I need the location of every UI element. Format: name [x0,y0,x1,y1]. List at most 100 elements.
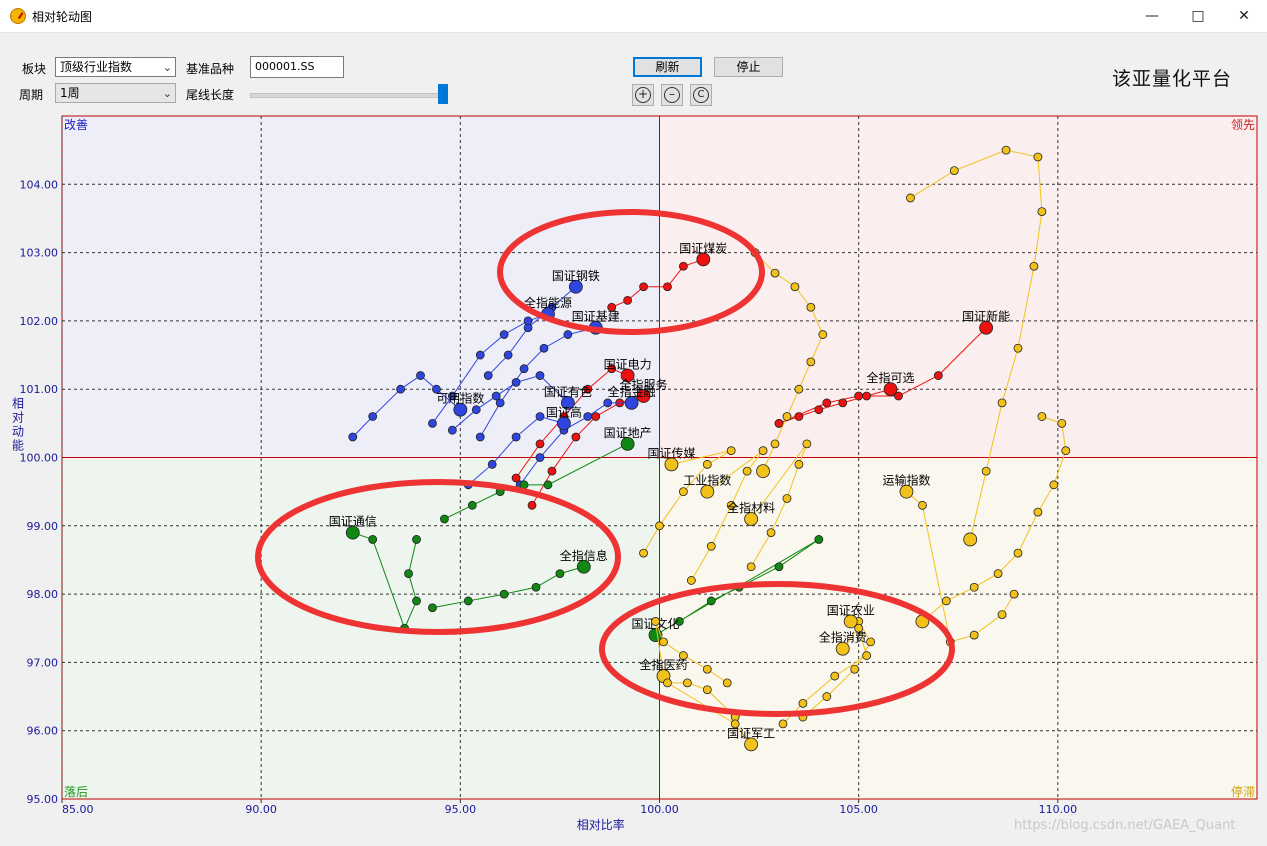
series-point [774,562,784,572]
series-point [866,637,876,647]
series-point [1033,507,1043,517]
series-point [790,282,800,292]
zoom-in-button[interactable]: + [632,84,654,106]
y-tick-label: 101.00 [20,383,59,396]
x-tick-label: 100.00 [640,803,679,816]
y-axis-label: 相 [12,397,24,411]
series-point [511,432,521,442]
series-point [519,364,529,374]
series-point [439,514,449,524]
series-point [702,685,712,695]
x-tick-label: 95.00 [445,803,477,816]
series-point [483,371,493,380]
series-point [428,603,437,613]
series-point [862,651,872,660]
series-point [1037,207,1047,217]
series-point [746,562,756,572]
series-point [1049,480,1059,490]
series-point [535,412,545,421]
series-point [862,391,872,401]
series-point [782,494,792,503]
series-point [491,391,501,401]
series-point [794,412,804,421]
series-point [404,569,413,579]
series-point [969,630,979,640]
series-point [651,617,660,626]
title-bar: 相对轮动图 — □ ✕ [0,0,1267,33]
rotation-chart[interactable]: 85.00 90.00 95.00 100.00 105.00 110.00 95.00 96… [0,106,1267,846]
app-target-icon [10,8,26,24]
series-point [949,166,959,176]
maximize-icon[interactable]: □ [1175,0,1221,32]
quadrant-label: 停滞 [1231,784,1255,799]
series-label: 全指医药 [639,657,687,672]
series-point [416,371,425,380]
series-point [1029,261,1039,271]
x-tick-label: 85.00 [62,803,94,816]
series-label: 国证地产 [604,426,652,440]
period-select-value: 1周 [60,86,80,100]
series-label: 国证基建 [572,310,620,324]
series-point [412,596,421,606]
series-point [368,535,378,544]
series-point [535,453,545,462]
series-point [543,480,553,490]
series-point [563,330,573,339]
window-title: 相对轮动图 [32,10,93,24]
series-label: 全指可选 [867,370,915,385]
benchmark-input[interactable]: 000001.SS [250,56,344,78]
series-point [591,412,601,421]
series-point [933,371,943,380]
series-point [997,610,1007,619]
series-point [368,412,378,421]
stop-button[interactable]: 停止 [714,57,783,77]
y-tick-label: 96.00 [27,725,59,738]
series-point [814,535,824,544]
series-point [770,268,780,278]
zoom-out-button[interactable]: – [661,84,683,106]
series-point [1001,145,1011,155]
series-point [487,459,497,469]
series-point [794,459,804,469]
zoom-out-icon: – [664,87,680,103]
series-point [726,446,736,456]
series-point [555,569,565,579]
series-point [603,398,613,408]
series-point [1033,152,1043,162]
series-point [523,316,533,326]
series-label: 国证有色 [544,385,592,399]
series-point [471,405,481,415]
reset-view-button[interactable]: C [690,84,712,106]
series-point [822,398,832,408]
y-tick-label: 99.00 [27,520,59,533]
series-point [702,459,712,469]
series-point [1061,446,1071,456]
series-point [511,377,521,387]
series-point [850,664,860,674]
series-point [503,350,513,360]
series-point [802,439,812,449]
quadrant-label: 领先 [1231,118,1255,132]
series-label: 国证军工 [727,726,775,740]
y-axis-label: 能 [12,439,24,453]
tail-length-slider[interactable] [250,93,448,98]
minimize-icon[interactable]: — [1129,0,1175,32]
tail-length-slider-thumb[interactable] [438,84,448,104]
series-point [663,678,672,688]
series-head-point [963,532,978,547]
refresh-button[interactable]: 刷新 [633,57,702,77]
sector-select[interactable]: 顶级行业指数 ⌄ [55,57,176,77]
series-point [822,692,832,701]
close-icon[interactable]: ✕ [1221,0,1267,32]
series-point [527,500,537,510]
series-point [467,500,477,510]
y-tick-label: 97.00 [27,656,59,669]
period-select[interactable]: 1周 ⌄ [55,83,176,103]
watermark: https://blog.csdn.net/GAEA_Quant [1014,818,1236,833]
reset-icon: C [693,87,709,103]
series-point [428,418,437,428]
quadrant-label: 改善 [64,117,88,132]
x-tick-label: 90.00 [245,803,277,816]
series-point [981,466,991,476]
series-point [969,582,979,592]
